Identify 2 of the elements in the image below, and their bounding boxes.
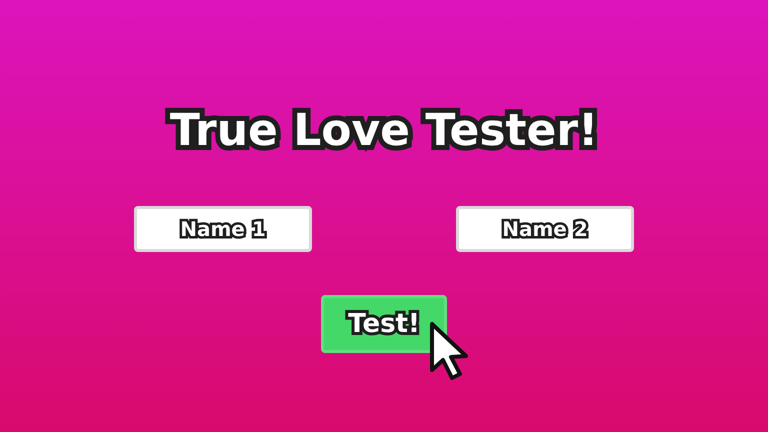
name-field[interactable]: Name 2: [456, 206, 634, 252]
name-field[interactable]: Name 1: [134, 206, 312, 252]
